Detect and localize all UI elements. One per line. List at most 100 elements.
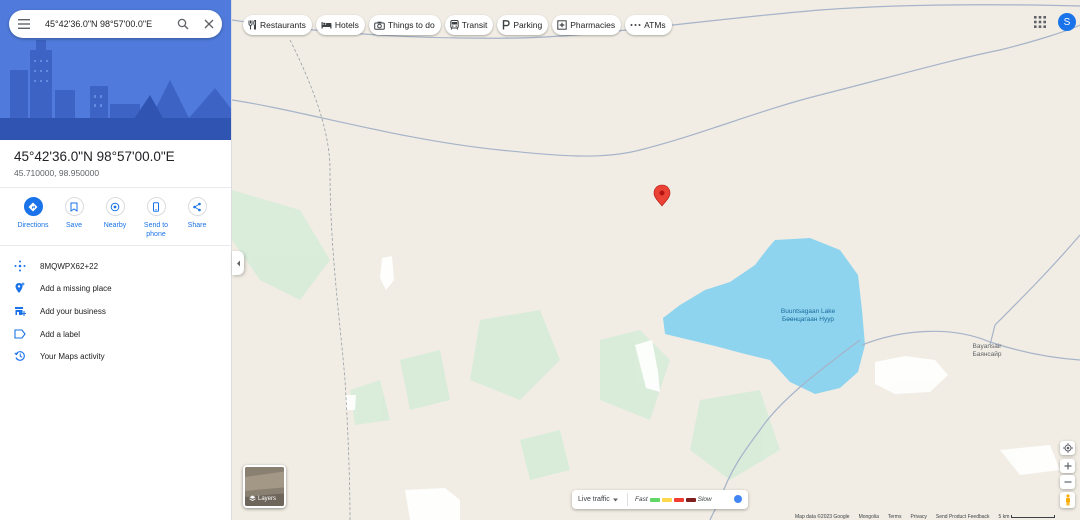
town-label: Bayansair Баянсайр [962, 343, 1012, 359]
lake-name-mn: Бөөнцагаан Нуур [781, 316, 834, 323]
scale-bar [1011, 515, 1056, 518]
place-panel: 45°42'36.0"N 98°57'00.0"E 45°42'36.0"N 9… [0, 0, 232, 520]
atm-icon [630, 22, 641, 28]
live-traffic-label: Live traffic [578, 496, 610, 503]
layers-icon [249, 495, 256, 501]
search-button[interactable] [170, 10, 196, 38]
label-icon [0, 329, 40, 339]
chip-atms-label: ATMs [644, 20, 666, 30]
add-missing-place-text: Add a missing place [40, 283, 112, 293]
hotel-icon [321, 21, 332, 29]
chip-atms[interactable]: ATMs [625, 15, 672, 35]
minus-icon [1064, 481, 1071, 483]
bookmark-icon [64, 197, 84, 216]
directions-icon [23, 197, 43, 216]
nearby-icon [105, 197, 125, 216]
close-icon [204, 19, 214, 29]
pharmacy-icon [557, 20, 567, 30]
scale-indicator[interactable]: 5 km [999, 514, 1056, 520]
search-box[interactable]: 45°42'36.0"N 98°57'00.0"E [9, 10, 222, 38]
divider [0, 187, 231, 188]
street-view-button[interactable] [1060, 492, 1075, 508]
plus-icon [1064, 462, 1071, 470]
chip-things-to-do-label: Things to do [387, 20, 435, 30]
chip-things-to-do[interactable]: Things to do [368, 15, 441, 35]
chip-restaurants[interactable]: Restaurants [243, 15, 312, 35]
camera-icon [374, 21, 385, 30]
phone-icon [146, 197, 166, 216]
account-avatar[interactable]: S [1058, 13, 1076, 31]
privacy-link[interactable]: Privacy [910, 514, 926, 520]
share-label: Share [187, 222, 207, 229]
town-name-en: Bayansair [972, 343, 1002, 350]
menu-button[interactable] [9, 10, 39, 38]
town-name-mn: Баянсайр [972, 351, 1002, 358]
lake-label: Buuntsagaan Lake Бөөнцагаан Нуур [772, 308, 844, 324]
plus-code-row[interactable]: 8MQWPX62+22 [0, 256, 231, 276]
traffic-slow-label: Slow [697, 496, 712, 503]
traffic-bar-fast [649, 497, 660, 502]
plus-code-icon [0, 260, 40, 272]
action-bar: Directions Save Nearby Send to phone Sha… [0, 197, 231, 243]
dropdown-arrow-icon [612, 498, 618, 501]
add-label-text: Add a label [40, 329, 81, 339]
chip-parking[interactable]: Parking [497, 15, 549, 35]
plus-code-text: 8MQWPX62+22 [40, 261, 99, 271]
chip-hotels[interactable]: Hotels [315, 15, 365, 35]
send-to-phone-button[interactable]: Send to phone [134, 197, 178, 239]
apps-grid-icon[interactable] [1033, 15, 1047, 29]
directions-button[interactable]: Directions [11, 197, 55, 230]
chip-transit[interactable]: Transit [444, 15, 494, 35]
layers-button[interactable]: Layers [243, 465, 286, 508]
lake-name-en: Buuntsagaan Lake [780, 308, 836, 315]
share-button[interactable]: Share [175, 197, 219, 230]
zoom-out-button[interactable] [1060, 475, 1075, 489]
parking-icon [502, 20, 511, 30]
pegman-icon [1065, 494, 1070, 506]
history-icon [0, 350, 40, 362]
place-coordinates: 45.710000, 98.950000 [14, 168, 100, 178]
terms-link[interactable]: Terms [888, 514, 902, 520]
search-input[interactable]: 45°42'36.0"N 98°57'00.0"E [39, 19, 170, 29]
divider [0, 245, 231, 246]
save-label: Save [66, 222, 82, 229]
my-location-button[interactable] [1060, 441, 1075, 455]
collapse-panel-button[interactable] [232, 251, 244, 275]
maps-activity-row[interactable]: Your Maps activity [0, 346, 231, 366]
search-icon [177, 18, 189, 30]
add-missing-place-row[interactable]: Add a missing place [0, 278, 231, 298]
chevron-left-icon [236, 260, 240, 266]
chip-transit-label: Transit [461, 20, 488, 30]
live-traffic-dropdown[interactable]: Live traffic [572, 493, 628, 506]
chip-pharmacies[interactable]: Pharmacies [552, 15, 622, 35]
restaurant-icon [248, 20, 257, 30]
traffic-bar-very-slow [685, 497, 696, 502]
add-business-icon [0, 305, 40, 317]
layers-label-wrap: Layers [249, 495, 276, 502]
add-label-row[interactable]: Add a label [0, 324, 231, 344]
my-location-icon [1062, 443, 1073, 453]
country-link[interactable]: Mongolia [859, 514, 879, 520]
nearby-button[interactable]: Nearby [93, 197, 137, 230]
chip-restaurants-label: Restaurants [260, 20, 306, 30]
zoom-in-button[interactable] [1060, 459, 1075, 473]
nearby-label: Nearby [103, 222, 127, 229]
save-button[interactable]: Save [52, 197, 96, 230]
traffic-legend: Fast Slow [628, 496, 712, 503]
layers-label: Layers [258, 495, 277, 502]
clear-search-button[interactable] [196, 10, 222, 38]
chip-parking-label: Parking [513, 20, 543, 30]
hamburger-icon [18, 19, 30, 29]
send-to-phone-label: Send to phone [143, 222, 169, 238]
traffic-widget[interactable]: Live traffic Fast Slow [572, 490, 748, 509]
directions-label: Directions [17, 222, 49, 229]
traffic-toggle[interactable] [734, 495, 742, 503]
category-chips: Restaurants Hotels Things to do Transit … [243, 15, 672, 35]
feedback-link[interactable]: Send Product Feedback [936, 514, 990, 520]
add-place-icon [0, 282, 40, 294]
traffic-bar-medium [661, 497, 672, 502]
maps-activity-text: Your Maps activity [40, 351, 105, 361]
traffic-bar-slow [673, 497, 684, 502]
add-business-row[interactable]: Add your business [0, 301, 231, 321]
share-icon [187, 197, 207, 216]
